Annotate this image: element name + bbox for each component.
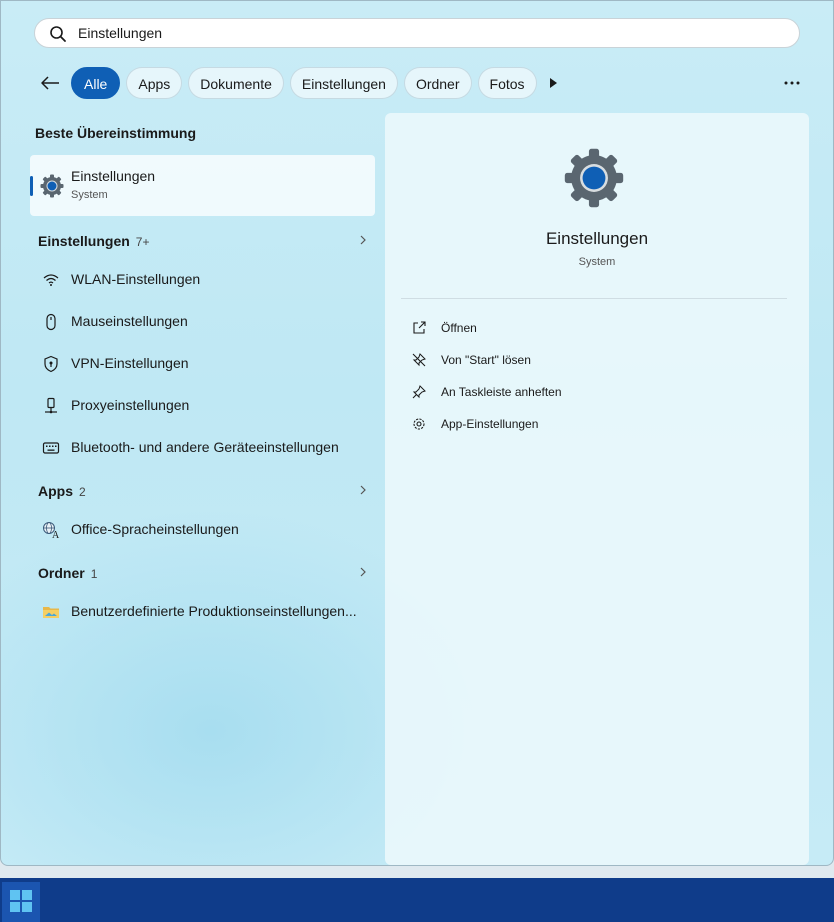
filter-chip-all[interactable]: Alle [71,67,121,99]
filter-chip-photos[interactable]: Fotos [477,67,537,99]
selection-indicator [30,176,33,196]
windows-logo-icon [22,902,32,912]
wifi-icon [43,274,59,286]
list-item-label: VPN-Einstellungen [71,355,189,371]
more-filters-play-icon[interactable] [545,75,561,91]
action-label: Öffnen [441,321,477,335]
list-item-proxy-settings[interactable]: Proxyeinstellungen [38,394,368,418]
windows-logo-icon [10,890,20,900]
action-label: App-Einstellungen [441,417,539,431]
settings-section-header[interactable]: Einstellungen 7+ [38,233,149,249]
best-match-title: Einstellungen [71,168,156,184]
apps-section-title: Apps [38,483,73,499]
back-button[interactable] [37,71,63,95]
list-item-label: Proxyeinstellungen [71,397,190,413]
shield-icon [44,355,58,373]
folders-section-count: 1 [90,567,98,581]
apps-section-header[interactable]: Apps 2 [38,483,86,499]
folders-section-title: Ordner [38,565,85,581]
unpin-icon [412,353,426,367]
settings-gear-icon [564,148,624,208]
best-match-item[interactable]: Einstellungen System [30,155,375,216]
svg-text:A: A [52,530,60,539]
list-item-vpn-settings[interactable]: VPN-Einstellungen [38,352,368,376]
detail-pane: Einstellungen System Öffnen Von "Start" … [385,113,809,865]
apps-section-count: 2 [79,485,86,499]
pin-icon [412,385,426,399]
filter-chip-folders[interactable]: Ordner [403,67,472,99]
action-app-settings[interactable]: App-Einstellungen [411,413,711,435]
gear-icon [413,418,425,430]
keyboard-icon [42,442,60,454]
search-input[interactable] [78,23,778,43]
filter-chip-settings[interactable]: Einstellungen [289,67,398,99]
settings-section-title: Einstellungen [38,233,130,249]
detail-title: Einstellungen [545,229,649,248]
settings-gear-icon [40,174,64,198]
settings-section-count: 7+ [135,235,150,249]
list-item-folder[interactable]: Benutzerdefinierte Produktionseinstellun… [38,600,368,624]
list-item-bluetooth-settings[interactable]: Bluetooth- und andere Geräteeinstellunge… [38,436,368,460]
list-item-label: Benutzerdefinierte Produktionseinstellun… [71,603,357,619]
filter-chip-apps[interactable]: Apps [126,67,183,99]
best-match-subtitle: System [71,189,108,201]
chevron-right-icon[interactable] [358,566,368,578]
list-item-label: Mauseinstellungen [71,313,188,329]
action-label: An Taskleiste anheften [441,385,562,399]
proxy-icon [45,397,57,414]
taskbar [0,878,834,922]
language-icon: A [43,522,60,539]
more-options-icon[interactable] [781,73,803,93]
list-item-office-language[interactable]: A Office-Spracheinstellungen [38,518,368,542]
list-item-label: WLAN-Einstellungen [71,271,201,287]
mouse-icon [46,313,56,331]
windows-logo-icon [22,890,32,900]
open-icon [413,321,426,334]
back-arrow-icon [41,76,59,90]
folder-icon [43,607,59,618]
folders-section-header[interactable]: Ordner 1 [38,565,97,581]
chevron-right-icon[interactable] [358,234,368,246]
search-box[interactable] [34,18,800,48]
filter-chip-documents[interactable]: Dokumente [188,67,284,99]
search-panel: Alle Apps Dokumente Einstellungen Ordner… [0,0,834,866]
start-button[interactable] [2,882,40,922]
best-match-heading: Beste Übereinstimmung [35,125,197,141]
detail-divider [401,298,787,299]
windows-logo-icon [10,902,20,912]
list-item-mouse-settings[interactable]: Mauseinstellungen [38,310,368,334]
chevron-right-icon[interactable] [358,484,368,496]
action-label: Von "Start" lösen [441,353,531,367]
action-unpin-start[interactable]: Von "Start" lösen [411,349,711,371]
list-item-label: Office-Spracheinstellungen [71,521,239,537]
action-pin-taskbar[interactable]: An Taskleiste anheften [411,381,711,403]
filter-chips: Alle Apps Dokumente Einstellungen Ordner… [71,67,537,99]
detail-subtitle: System [578,256,616,268]
search-icon [50,26,66,42]
list-item-wlan-settings[interactable]: WLAN-Einstellungen [38,268,368,292]
list-item-label: Bluetooth- und andere Geräteeinstellunge… [71,439,339,455]
action-open[interactable]: Öffnen [411,317,711,339]
